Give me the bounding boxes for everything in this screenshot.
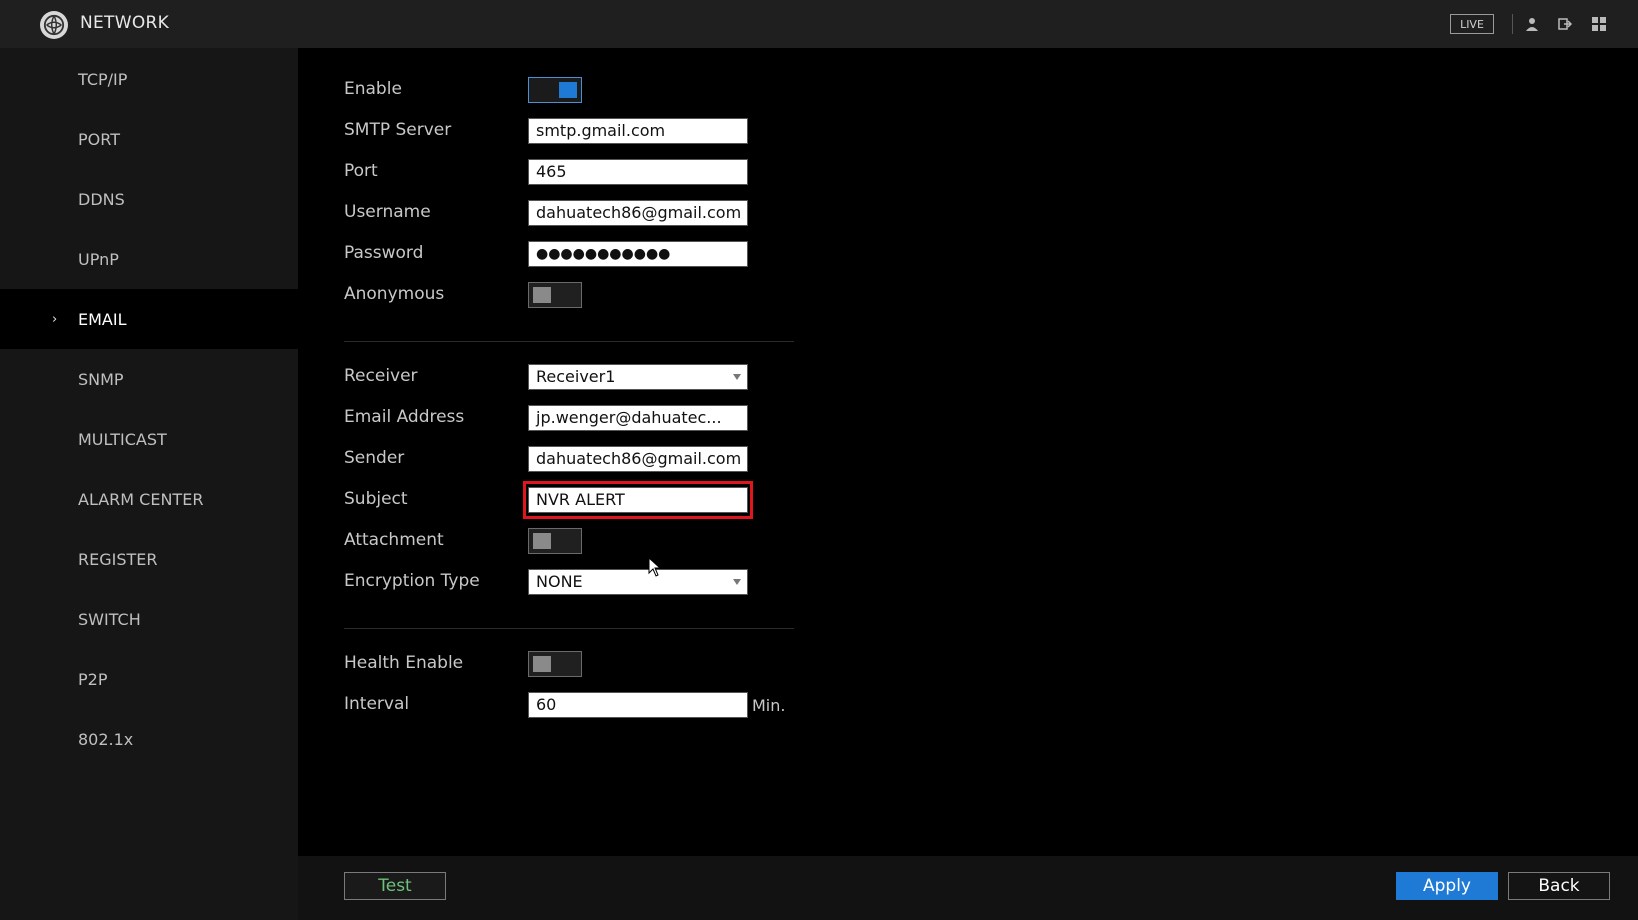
toggle-knob xyxy=(533,656,551,672)
toggle-knob xyxy=(533,287,551,303)
enable-label: Enable xyxy=(344,79,402,99)
sidebar-item-snmp[interactable]: SNMP xyxy=(0,349,298,409)
user-icon[interactable] xyxy=(1523,15,1541,33)
network-globe-icon xyxy=(40,11,68,39)
email-address-input[interactable]: jp.wenger@dahuatec... xyxy=(528,405,748,431)
port-input[interactable]: 465 xyxy=(528,159,748,185)
receiver-label: Receiver xyxy=(344,366,418,386)
sidebar-item-email[interactable]: › EMAIL xyxy=(0,289,298,349)
sender-label: Sender xyxy=(344,448,405,468)
section-divider xyxy=(344,341,794,342)
password-label: Password xyxy=(344,243,424,263)
interval-unit: Min. xyxy=(752,696,786,715)
live-button[interactable]: LIVE xyxy=(1450,14,1494,34)
receiver-value: Receiver1 xyxy=(536,367,616,386)
port-label: Port xyxy=(344,161,378,181)
anonymous-toggle[interactable] xyxy=(528,282,582,308)
sidebar-item-label: MULTICAST xyxy=(78,429,167,449)
top-divider xyxy=(1512,14,1513,34)
sidebar-item-label: TCP/IP xyxy=(78,69,128,89)
sidebar-item-tcpip[interactable]: TCP/IP xyxy=(0,49,298,109)
dropdown-arrow-icon xyxy=(733,579,741,585)
smtp-server-input[interactable]: smtp.gmail.com xyxy=(528,118,748,144)
sidebar-item-label: SNMP xyxy=(78,369,124,389)
sidebar: TCP/IP PORT DDNS UPnP › EMAIL SNMP MULTI… xyxy=(0,48,298,920)
sidebar-item-upnp[interactable]: UPnP xyxy=(0,229,298,289)
dropdown-arrow-icon xyxy=(733,374,741,380)
sidebar-item-switch[interactable]: SWITCH xyxy=(0,589,298,649)
receiver-select[interactable]: Receiver1 xyxy=(528,364,748,390)
page-title: NETWORK xyxy=(80,13,170,33)
test-button[interactable]: Test xyxy=(344,872,446,900)
anonymous-label: Anonymous xyxy=(344,284,445,304)
password-input[interactable]: ●●●●●●●●●●● xyxy=(528,241,748,267)
sidebar-item-label: DDNS xyxy=(78,189,125,209)
enable-toggle[interactable] xyxy=(528,77,582,103)
health-enable-toggle[interactable] xyxy=(528,651,582,677)
subject-label: Subject xyxy=(344,489,408,509)
smtp-server-label: SMTP Server xyxy=(344,120,452,140)
encryption-type-select[interactable]: NONE xyxy=(528,569,748,595)
grid-menu-icon[interactable] xyxy=(1590,15,1608,33)
interval-input[interactable]: 60 xyxy=(528,692,748,718)
sidebar-item-label: 802.1x xyxy=(78,729,134,749)
encryption-type-value: NONE xyxy=(536,572,583,591)
health-enable-label: Health Enable xyxy=(344,653,464,673)
email-address-label: Email Address xyxy=(344,407,465,427)
apply-button[interactable]: Apply xyxy=(1396,872,1498,900)
section-divider xyxy=(344,628,794,629)
sidebar-item-port[interactable]: PORT xyxy=(0,109,298,169)
attachment-toggle[interactable] xyxy=(528,528,582,554)
top-bar: NETWORK LIVE xyxy=(0,0,1638,48)
sidebar-item-label: UPnP xyxy=(78,249,119,269)
sidebar-item-ddns[interactable]: DDNS xyxy=(0,169,298,229)
encryption-type-label: Encryption Type xyxy=(344,571,480,591)
sidebar-item-multicast[interactable]: MULTICAST xyxy=(0,409,298,469)
sidebar-item-label: P2P xyxy=(78,669,108,689)
chevron-right-icon: › xyxy=(52,311,58,327)
username-label: Username xyxy=(344,202,431,222)
sender-input[interactable]: dahuatech86@gmail.com xyxy=(528,446,748,472)
subject-highlight-box xyxy=(523,481,753,519)
back-button[interactable]: Back xyxy=(1508,872,1610,900)
sidebar-item-label: REGISTER xyxy=(78,549,158,569)
sidebar-item-label: SWITCH xyxy=(78,609,141,629)
sidebar-item-register[interactable]: REGISTER xyxy=(0,529,298,589)
toggle-knob xyxy=(559,82,577,98)
sidebar-item-8021x[interactable]: 802.1x xyxy=(0,709,298,769)
interval-label: Interval xyxy=(344,694,410,714)
sidebar-item-p2p[interactable]: P2P xyxy=(0,649,298,709)
sidebar-item-label: EMAIL xyxy=(78,309,127,329)
logout-icon[interactable] xyxy=(1556,15,1574,33)
attachment-label: Attachment xyxy=(344,530,444,550)
toggle-knob xyxy=(533,533,551,549)
username-input[interactable]: dahuatech86@gmail.com xyxy=(528,200,748,226)
main-panel xyxy=(298,48,1638,856)
sidebar-item-label: PORT xyxy=(78,129,120,149)
sidebar-item-alarm-center[interactable]: ALARM CENTER xyxy=(0,469,298,529)
mouse-cursor-icon xyxy=(648,557,662,577)
sidebar-item-label: ALARM CENTER xyxy=(78,489,204,509)
